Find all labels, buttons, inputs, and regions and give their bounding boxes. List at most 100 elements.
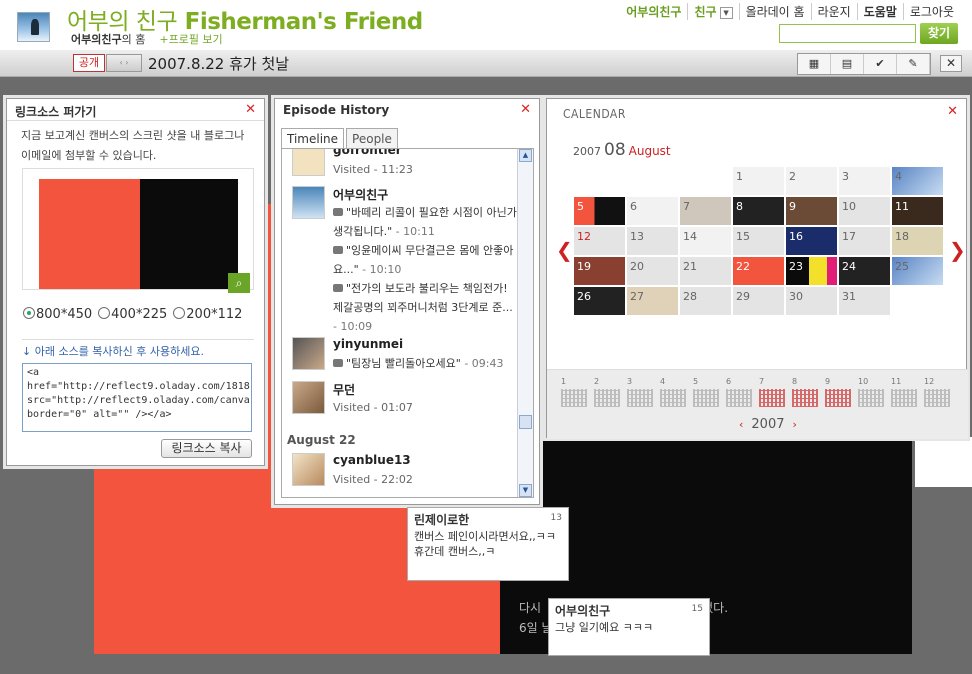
year-overview: 1 2 3 4 5 6 7 8 9 10 11 12 ‹ 2007 › [547, 369, 968, 439]
avatar[interactable] [17, 12, 50, 42]
avatar [292, 149, 325, 176]
nav-user[interactable]: 어부의친구 [620, 3, 687, 20]
source-code-field[interactable]: <a href="http://reflect9.oladay.com/1818… [22, 363, 252, 432]
month-mini[interactable]: 8 [792, 377, 825, 407]
calendar-day[interactable]: 10 [838, 196, 891, 226]
calendar-day[interactable]: 12 [573, 226, 626, 256]
calendar-day[interactable]: 2 [785, 166, 838, 196]
calendar-day[interactable]: 21 [679, 256, 732, 286]
bubble-count: 15 [691, 604, 703, 614]
scroll-up-icon[interactable]: ▲ [519, 149, 532, 162]
size-option[interactable]: 400*225 [98, 307, 167, 322]
calendar-day[interactable]: 13 [626, 226, 679, 256]
tab-timeline[interactable]: Timeline [281, 128, 345, 148]
calendar-day[interactable]: 17 [838, 226, 891, 256]
calendar-day[interactable]: 23 [785, 256, 838, 286]
calendar-day[interactable]: 6 [626, 196, 679, 226]
close-icon[interactable]: ✕ [947, 104, 958, 119]
radio-icon[interactable] [173, 307, 186, 319]
calendar-day[interactable]: 19 [573, 256, 626, 286]
tab-people[interactable]: People [346, 128, 398, 148]
comment: "바떼리 리콜이 필요한 시점이 아닌가 생각됩니다." - 10:11 [333, 206, 517, 238]
scrollbar[interactable]: ▲ ▼ [517, 149, 533, 497]
copy-hint: ↓ 아래 소스를 복사하신 후 사용하세요. [22, 339, 254, 359]
month-mini[interactable]: 4 [660, 377, 693, 407]
grid-view-icon[interactable]: ▦ [798, 54, 831, 74]
search-icon[interactable]: ⌕ [228, 273, 250, 293]
month-mini[interactable]: 3 [627, 377, 660, 407]
prev-month-icon[interactable]: ❮ [556, 238, 573, 262]
copy-link-button[interactable]: 링크소스 복사 [161, 439, 252, 458]
calendar-day[interactable]: 7 [679, 196, 732, 226]
next-month-icon[interactable]: ❯ [949, 238, 966, 262]
calendar-day[interactable]: 14 [679, 226, 732, 256]
calendar-day[interactable]: 29 [732, 286, 785, 316]
nav-lounge[interactable]: 라운지 [810, 3, 857, 20]
nav-help[interactable]: 도움말 [856, 3, 903, 20]
visibility-switch[interactable]: ‹ › [106, 54, 142, 72]
comment-icon [333, 284, 343, 292]
check-icon[interactable]: ✔ [864, 54, 897, 74]
calendar-day[interactable]: 30 [785, 286, 838, 316]
calendar-day[interactable]: 4 [891, 166, 944, 196]
top-nav: 어부의친구 친구 ▼ 올라데이 홈 라운지 도움말 로그아웃 [620, 3, 960, 20]
calendar-day[interactable]: 27 [626, 286, 679, 316]
calendar-day[interactable]: 28 [679, 286, 732, 316]
calendar-day[interactable]: 31 [838, 286, 891, 316]
item-name: yinyunmei [333, 337, 404, 351]
comment: "팀장님 빨리돌아오세요" - 09:43 [333, 354, 518, 373]
calendar-day[interactable]: 24 [838, 256, 891, 286]
next-year-icon[interactable]: › [793, 418, 797, 431]
scroll-down-icon[interactable]: ▼ [519, 484, 532, 497]
comment-icon [333, 208, 343, 216]
chevron-down-icon[interactable]: ▼ [719, 6, 733, 19]
edit-icon[interactable]: ✎ [897, 54, 930, 74]
size-option[interactable]: 800*450 [23, 307, 92, 322]
calendar-day[interactable]: 18 [891, 226, 944, 256]
month-mini[interactable]: 9 [825, 377, 858, 407]
prev-year-icon[interactable]: ‹ [739, 418, 743, 431]
close-icon[interactable]: ✕ [520, 102, 531, 117]
month-mini[interactable]: 12 [924, 377, 957, 407]
radio-icon[interactable] [23, 307, 35, 319]
nav-logout[interactable]: 로그아웃 [902, 3, 960, 20]
calendar-day[interactable]: 26 [573, 286, 626, 316]
episode-list[interactable]: gofrontier Visited - 11:23 어부의친구 "바떼리 리콜… [281, 148, 534, 498]
profile-link[interactable]: +프로필 보기 [159, 33, 222, 46]
month-mini[interactable]: 7 [759, 377, 792, 407]
home-link[interactable]: 어부의친구 [71, 33, 122, 46]
month-mini[interactable]: 10 [858, 377, 891, 407]
calendar-day[interactable]: 11 [891, 196, 944, 226]
size-option[interactable]: 200*112 [173, 307, 242, 322]
comment-bubble[interactable]: 어부의친구 15 그냥 일기예요 ㅋㅋㅋ [548, 598, 710, 656]
calendar-day[interactable]: 22 [732, 256, 785, 286]
search-input[interactable] [779, 24, 916, 43]
calendar-day[interactable]: 16 [785, 226, 838, 256]
calendar-day[interactable]: 3 [838, 166, 891, 196]
comment-bubble[interactable]: 린제이로한 13 캔버스 페인이시라면서요,,ㅋㅋ 휴간데 캔버스,,ㅋ [407, 507, 569, 581]
nav-friends[interactable]: 친구 ▼ [687, 3, 738, 20]
close-icon[interactable]: ✕ [245, 102, 256, 117]
scroll-thumb[interactable] [519, 415, 532, 429]
calendar-day[interactable]: 9 [785, 196, 838, 226]
calendar-day[interactable]: 5 [573, 196, 626, 226]
size-options: 800*450 400*225 200*112 [23, 307, 242, 322]
radio-icon[interactable] [98, 307, 111, 319]
month-mini[interactable]: 6 [726, 377, 759, 407]
calendar-day[interactable]: 15 [732, 226, 785, 256]
search-button[interactable]: 찾기 [920, 23, 958, 44]
nav-oladay-home[interactable]: 올라데이 홈 [738, 3, 811, 20]
month-mini[interactable]: 5 [693, 377, 726, 407]
calendar-day[interactable]: 1 [732, 166, 785, 196]
month-mini[interactable]: 11 [891, 377, 924, 407]
close-icon[interactable]: ✕ [940, 55, 962, 72]
comment: "잉윤메이씨 무단결근은 몸에 안좋아요..." - 10:10 [333, 244, 514, 276]
month-mini[interactable]: 1 [561, 377, 594, 407]
visibility-badge[interactable]: 공개 [73, 54, 105, 72]
calendar-day[interactable]: 25 [891, 256, 944, 286]
calendar-day[interactable]: 8 [732, 196, 785, 226]
avatar [292, 381, 325, 414]
calendar-day[interactable]: 20 [626, 256, 679, 286]
month-mini[interactable]: 2 [594, 377, 627, 407]
calendar-icon[interactable]: ▤ [831, 54, 864, 74]
